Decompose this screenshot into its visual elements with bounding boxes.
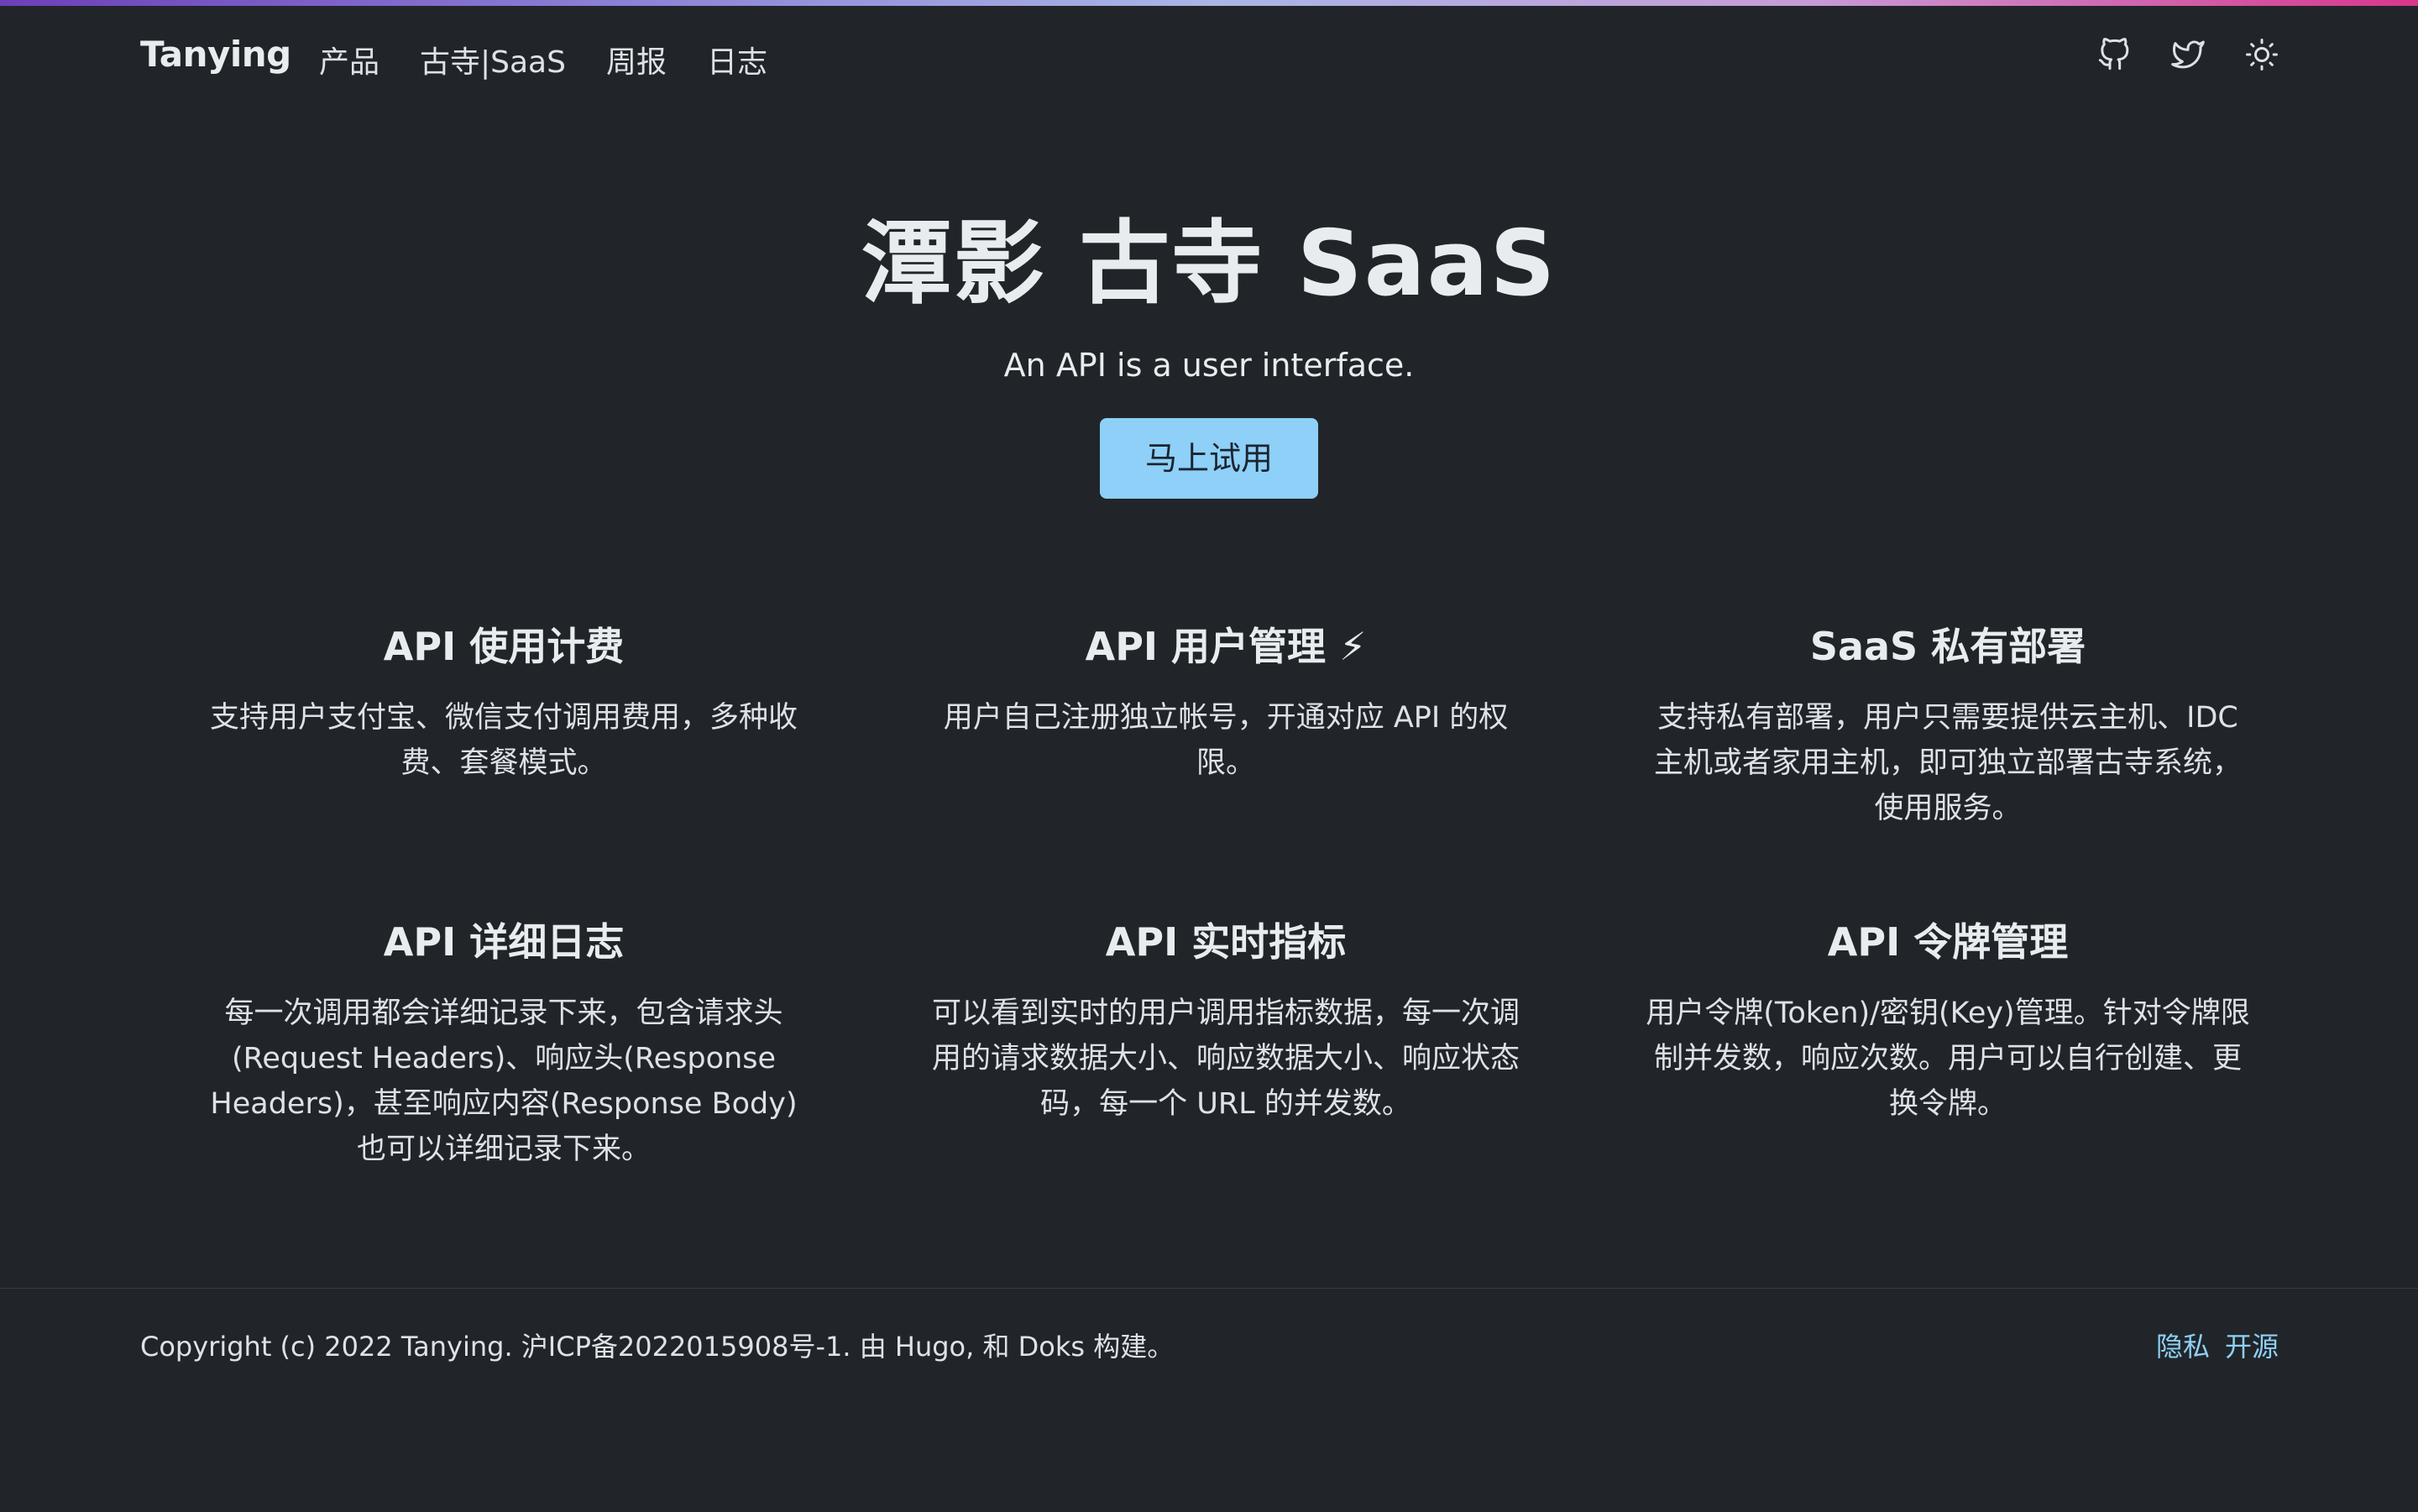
nav-link-products[interactable]: 产品 bbox=[319, 38, 379, 81]
feature-text: 每一次调用都会详细记录下来，包含请求头(Request Headers)、响应头… bbox=[210, 997, 798, 1166]
feature-card: SaaS 私有部署 支持私有部署，用户只需要提供云主机、IDC主机或者家用主机，… bbox=[1629, 613, 2267, 908]
footer-links: 隐私 开源 bbox=[2156, 1326, 2279, 1364]
feature-card: API 实时指标 可以看到实时的用户调用指标数据，每一次调用的请求数据大小、响应… bbox=[907, 908, 1545, 1204]
footer-link-open-source[interactable]: 开源 bbox=[2225, 1326, 2279, 1364]
feature-text: 用户自己注册独立帐号，开通对应 API 的权限。 bbox=[943, 701, 1509, 780]
nav-link-gusi-saas[interactable]: 古寺|SaaS bbox=[420, 38, 566, 81]
feature-card: API 详细日志 每一次调用都会详细记录下来，包含请求头(Request Hea… bbox=[185, 908, 823, 1204]
brand-logo[interactable]: Tanying bbox=[140, 34, 291, 75]
feature-title: API 实时指标 bbox=[1105, 919, 1347, 965]
feature-card: API 令牌管理 用户令牌(Token)/密钥(Key)管理。针对令牌限制并发数… bbox=[1629, 908, 2267, 1204]
navbar: Tanying 产品 古寺|SaaS 周报 日志 bbox=[0, 6, 2418, 110]
hero-lead: An API is a user interface. bbox=[1003, 347, 1415, 384]
feature-text: 用户令牌(Token)/密钥(Key)管理。针对令牌限制并发数，响应次数。用户可… bbox=[1646, 997, 2250, 1121]
top-gradient-strip bbox=[0, 0, 2418, 6]
footer-link-privacy[interactable]: 隐私 bbox=[2156, 1326, 2210, 1364]
nav-link-blog[interactable]: 日志 bbox=[707, 38, 767, 81]
feature-text: 支持私有部署，用户只需要提供云主机、IDC主机或者家用主机，即可独立部署古寺系统… bbox=[1653, 701, 2242, 825]
feature-title: API 用户管理 ⚡ bbox=[1085, 624, 1367, 669]
features-grid: API 使用计费 支持用户支付宝、微信支付调用费用，多种收费、套餐模式。 API… bbox=[185, 613, 2267, 1204]
feature-text: 可以看到实时的用户调用指标数据，每一次调用的请求数据大小、响应数据大小、响应状态… bbox=[931, 997, 1520, 1121]
hero-title: 潭影 古寺 SaaS bbox=[861, 212, 1557, 317]
nav-icons bbox=[2097, 38, 2279, 71]
feature-card: API 用户管理 ⚡ 用户自己注册独立帐号，开通对应 API 的权限。 bbox=[907, 613, 1545, 908]
try-now-button[interactable]: 马上试用 bbox=[1100, 418, 1318, 499]
feature-card: API 使用计费 支持用户支付宝、微信支付调用费用，多种收费、套餐模式。 bbox=[185, 613, 823, 908]
nav-links: 产品 古寺|SaaS 周报 日志 bbox=[319, 38, 767, 81]
footer: Copyright (c) 2022 Tanying. 沪ICP备2022015… bbox=[0, 1288, 2418, 1512]
nav-link-weekly[interactable]: 周报 bbox=[606, 38, 667, 81]
twitter-icon[interactable] bbox=[2171, 38, 2205, 71]
feature-title: SaaS 私有部署 bbox=[1809, 624, 2086, 669]
feature-title: API 使用计费 bbox=[383, 624, 625, 669]
feature-text: 支持用户支付宝、微信支付调用费用，多种收费、套餐模式。 bbox=[209, 701, 798, 780]
footer-copyright: Copyright (c) 2022 Tanying. 沪ICP备2022015… bbox=[140, 1331, 1175, 1363]
feature-title: API 详细日志 bbox=[383, 919, 625, 965]
sun-icon[interactable] bbox=[2245, 38, 2279, 71]
github-icon[interactable] bbox=[2097, 38, 2131, 71]
hero-section: 潭影 古寺 SaaS An API is a user interface. 马… bbox=[0, 201, 2418, 499]
feature-title: API 令牌管理 bbox=[1827, 919, 2069, 965]
